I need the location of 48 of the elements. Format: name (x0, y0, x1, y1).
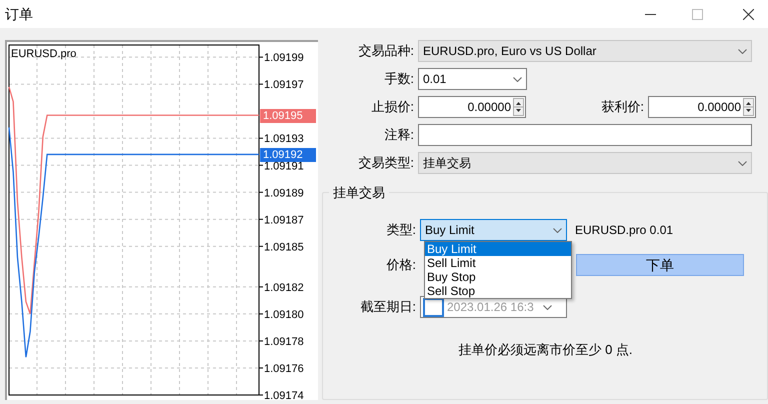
number-field[interactable]: 0.00000 (418, 96, 526, 118)
chevron-down-icon (543, 304, 552, 310)
order-type-dropdown[interactable]: Buy Limit (420, 219, 567, 241)
field-label: 手数: (383, 70, 415, 88)
axis-tick-label: 1.09193 (264, 133, 304, 146)
close-icon[interactable] (743, 8, 754, 20)
axis-tick-label: 1.09178 (264, 336, 304, 348)
chevron-down-icon (738, 160, 747, 166)
price-tag: 1.09192 (260, 148, 316, 162)
axis-tick-label: 1.09185 (264, 241, 304, 254)
axis-tick-label: 1.09174 (264, 390, 304, 400)
axis-tick-label: 1.09197 (264, 79, 304, 92)
field-label: 交易类型: (357, 154, 415, 172)
spinner-icon[interactable] (513, 98, 524, 116)
axis-tick-label: 1.09176 (264, 362, 304, 375)
symbol-dropdown[interactable]: EURUSD.pro, Euro vs US Dollar (418, 40, 752, 62)
axis-tick-label: 1.09180 (264, 308, 304, 321)
field-label: 止损价: (370, 98, 415, 116)
axis-tick-label: 1.09191 (264, 160, 304, 172)
maximize-icon (692, 8, 703, 20)
field-label: 注释: (383, 126, 415, 144)
field-label: 价格: (385, 256, 417, 274)
chevron-down-icon (738, 48, 747, 54)
comment-field[interactable] (418, 124, 752, 146)
chart-symbol-label: EURUSD.pro (11, 47, 76, 62)
order-info-label: EURUSD.pro 0.01 (575, 222, 674, 239)
hint-text: 挂单价必须远离市价至少 0 点. (458, 342, 633, 357)
price-tag: 1.09195 (260, 109, 316, 124)
dropdown-option[interactable]: Sell Limit (425, 256, 571, 270)
dropdown-option[interactable]: Buy Limit (425, 242, 571, 256)
axis-tick-label: 1.09187 (264, 214, 304, 226)
window-title: 订单 (5, 4, 33, 24)
chevron-down-icon (553, 228, 562, 232)
number-field[interactable]: 0.00000 (648, 96, 756, 118)
field-label: 获利价: (600, 98, 645, 116)
axis-tick-label: 1.09199 (264, 52, 304, 64)
place-order-button[interactable]: 下单 (576, 254, 744, 276)
field-label: 截至期日: (359, 298, 417, 316)
order-type-dropdown[interactable]: 挂单交易 (418, 152, 752, 174)
field-label: 类型: (385, 221, 417, 240)
chevron-down-icon (513, 76, 522, 82)
volume-dropdown[interactable]: 0.01 (418, 68, 527, 90)
axis-tick-label: 1.09189 (264, 187, 304, 200)
spinner-icon[interactable] (743, 98, 754, 116)
axis-tick-label: 1.09182 (264, 282, 304, 294)
dropdown-option[interactable]: Sell Stop (425, 284, 571, 298)
field-label: 交易品种: (357, 42, 415, 60)
dropdown-option[interactable]: Buy Stop (425, 270, 571, 284)
